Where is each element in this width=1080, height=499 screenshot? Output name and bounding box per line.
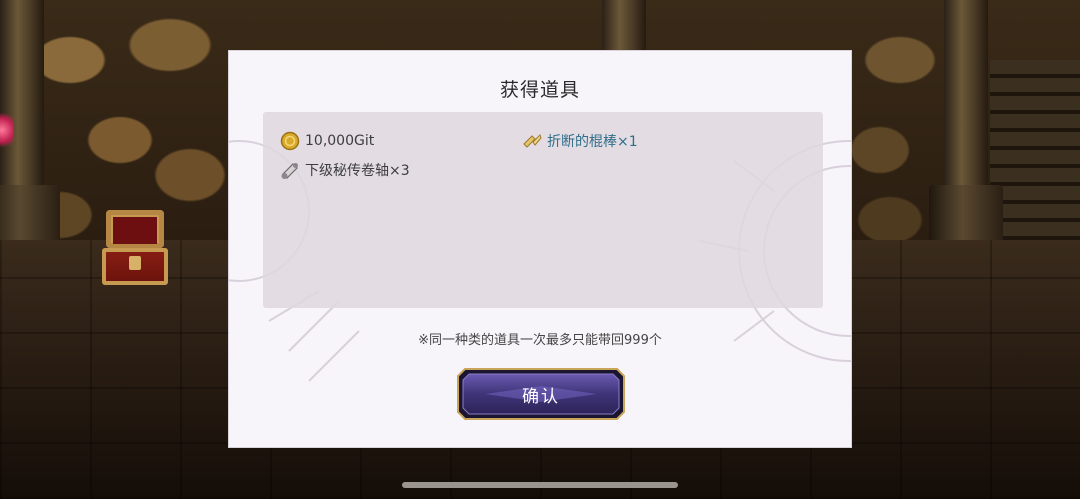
item-label: 下级秘传卷轴×3 (305, 163, 410, 179)
dialog-title: 获得道具 (499, 79, 580, 101)
pillar-base-left (0, 185, 60, 240)
reward-item: 下级秘传卷轴×3 (279, 159, 410, 181)
home-indicator[interactable] (402, 482, 678, 488)
pillar-base-right (929, 185, 1003, 240)
reward-item: 折断的棍棒×1 (521, 130, 638, 152)
broken-stick-icon (523, 134, 542, 148)
carry-limit-note: ※同一种类的道具一次最多只能带回999个 (418, 333, 662, 348)
item-label: 10,000Git (305, 133, 375, 149)
confirm-button[interactable]: 确认 (455, 366, 627, 422)
reward-items-panel: 10,000Git 折断的棍棒×1 下级秘传卷轴×3 (263, 112, 823, 308)
crystal-glow (0, 110, 14, 150)
chest-lid (106, 210, 164, 248)
scroll-icon (281, 163, 298, 179)
item-label: 折断的棍棒×1 (547, 134, 638, 150)
confirm-button-label[interactable]: 确认 (455, 366, 627, 422)
stairs (990, 60, 1080, 240)
reward-dialog: 获得道具 10,000Git 折断的棍棒×1 下级秘传卷轴×3 ※同一种类的道具… (228, 50, 852, 448)
treasure-chest (102, 210, 168, 285)
gold-coin-icon (280, 131, 300, 151)
chest-lock (129, 256, 141, 270)
reward-item: 10,000Git (279, 130, 374, 152)
